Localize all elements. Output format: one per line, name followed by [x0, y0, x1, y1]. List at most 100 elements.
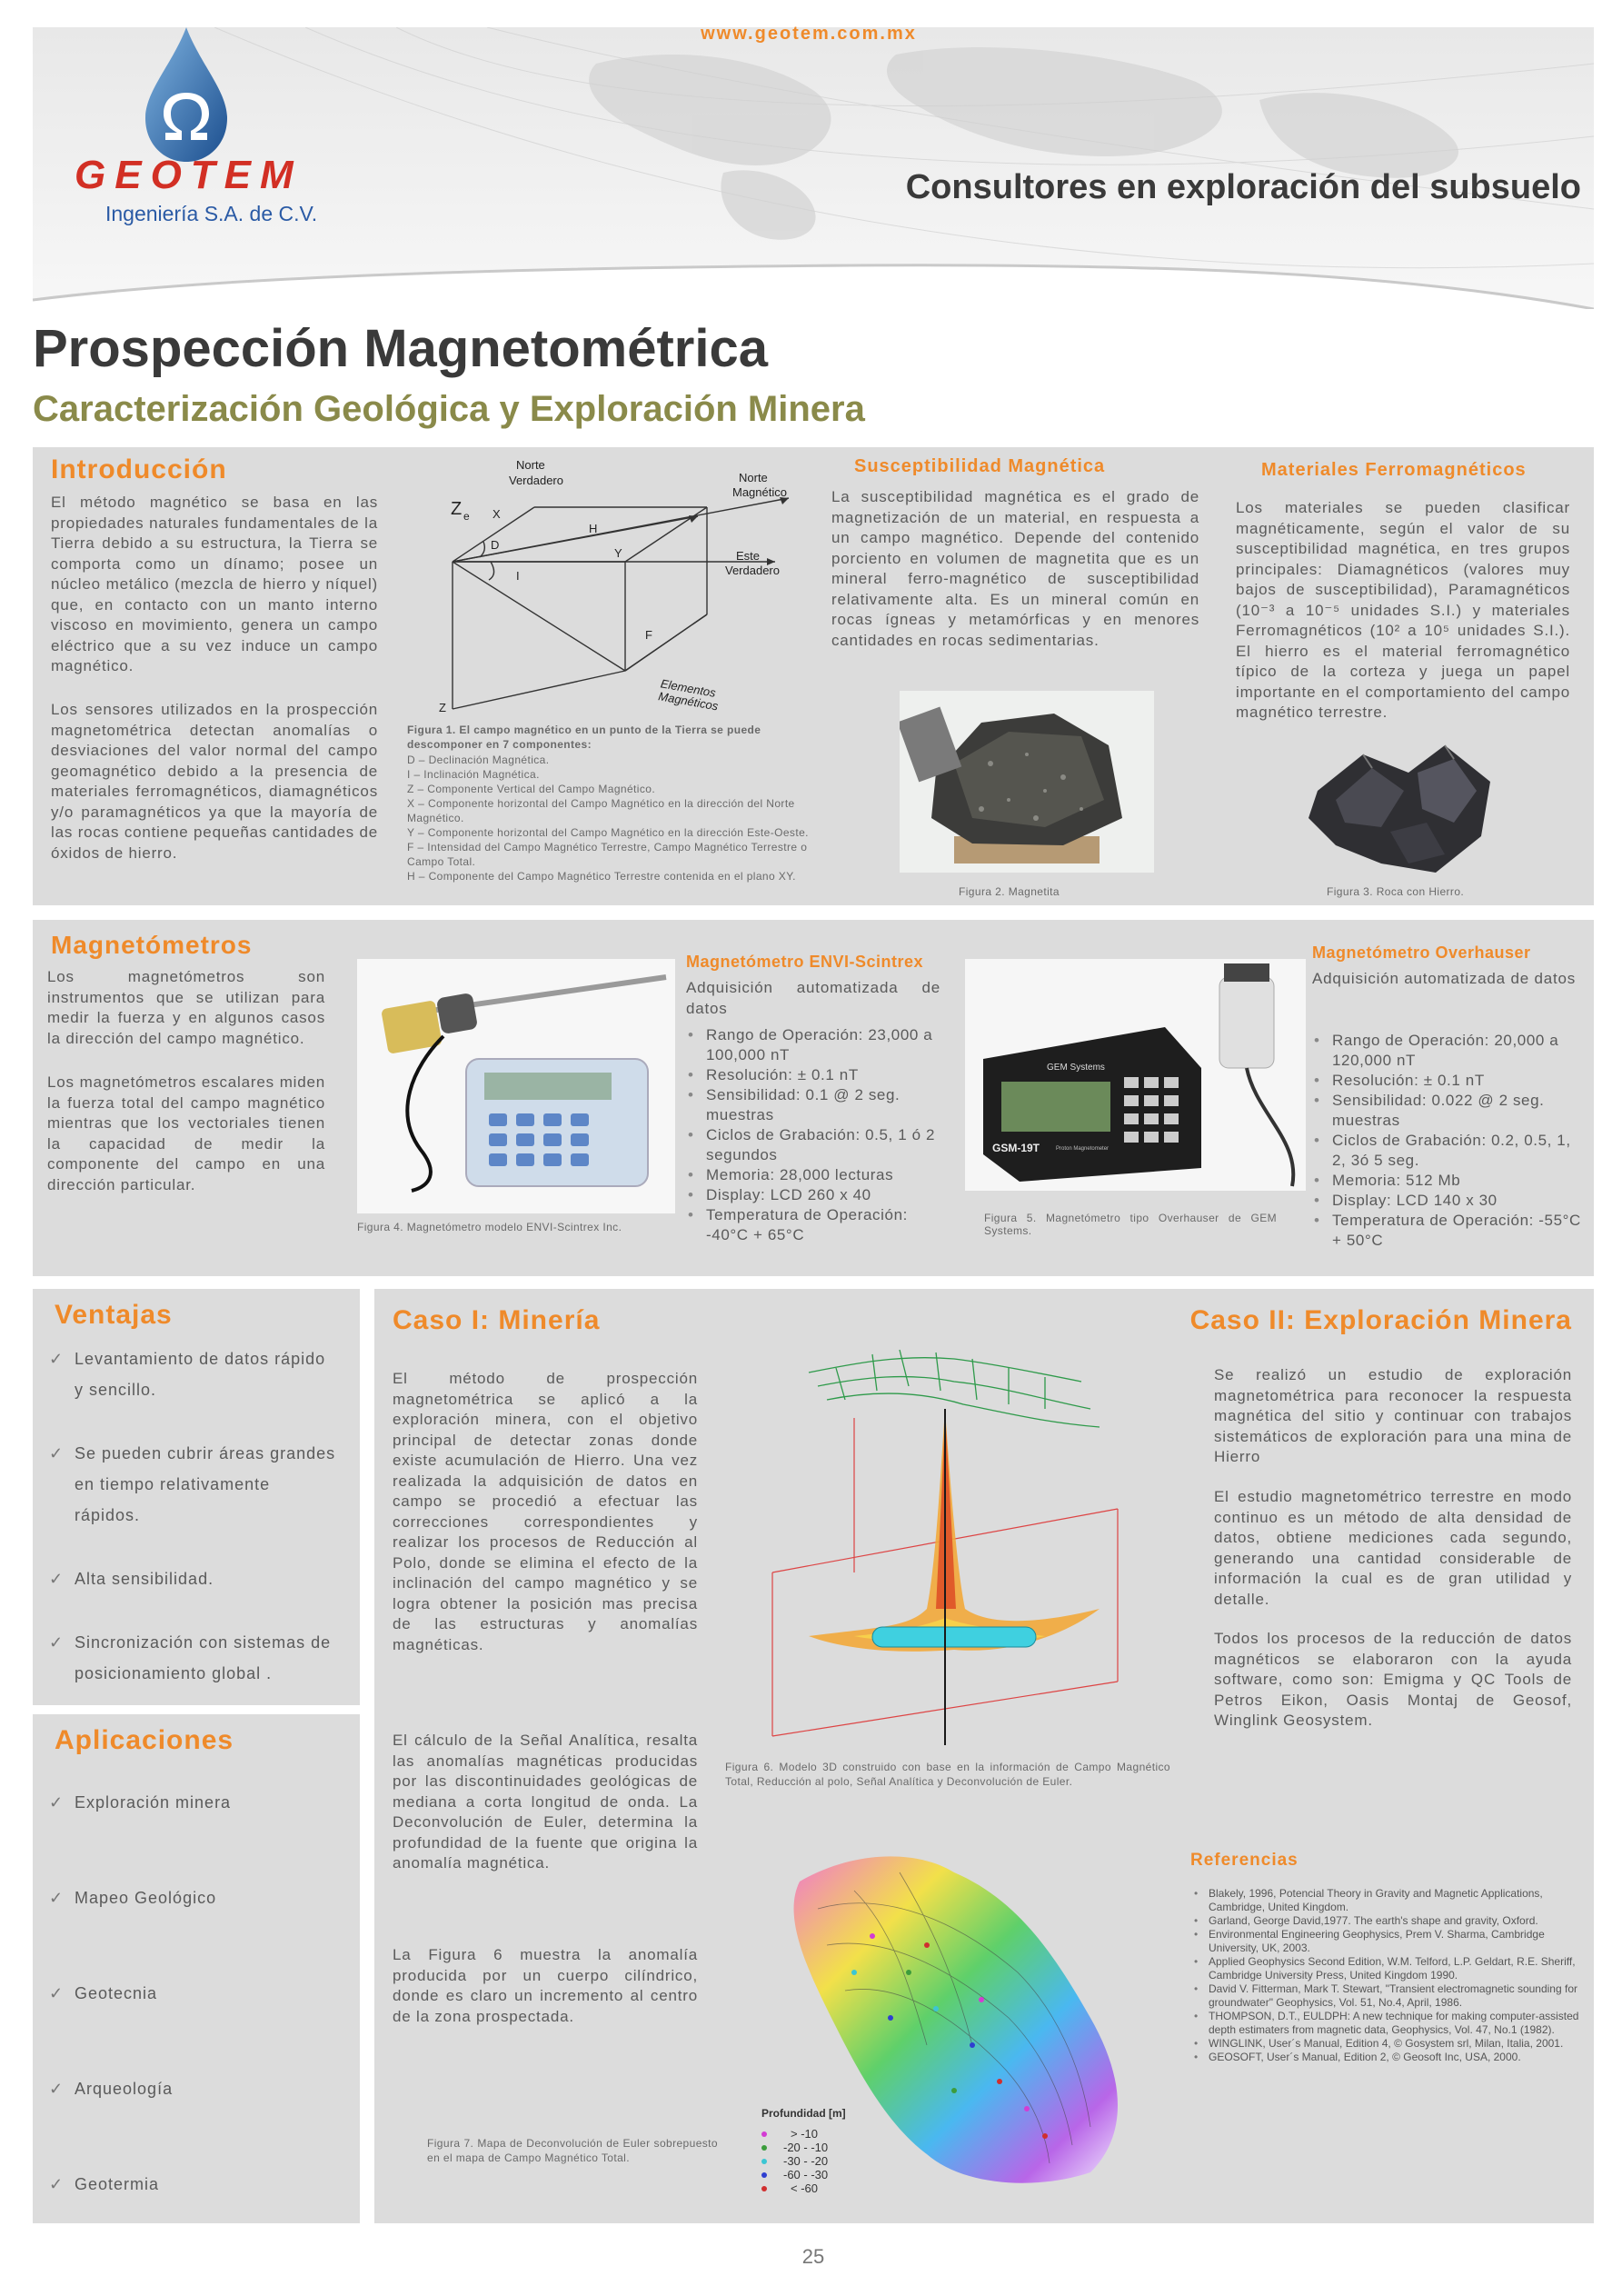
caption-line: Z – Componente Vertical del Campo Magnét… — [407, 783, 656, 795]
reference-item: Garland, George David,1977. The earth's … — [1190, 1914, 1586, 1928]
page-subtitle: Caracterización Geológica y Exploración … — [33, 389, 865, 429]
aplicaciones-list: Exploración minera Mapeo Geológico Geote… — [47, 1787, 338, 2200]
spec-item: Display: LCD 140 x 30 — [1312, 1191, 1585, 1211]
referencias-list: Blakely, 1996, Potencial Theory in Gravi… — [1190, 1887, 1586, 2064]
caption-line: X – Componente horizontal del Campo Magn… — [407, 797, 795, 824]
aplicacion-item: Geotecnia — [47, 1978, 338, 2009]
caso2-text-1: Se realizó un estudio de exploración mag… — [1214, 1366, 1572, 1465]
ventaja-item: Sincronización con sistemas de posiciona… — [47, 1627, 338, 1689]
spec-item: Temperatura de Operación: -55°C + 50°C — [1312, 1211, 1585, 1251]
caption-line: F – Intensidad del Campo Magnético Terre… — [407, 841, 808, 868]
caso1-text-1: El método de prospección magnetométrica … — [393, 1370, 698, 1653]
fig1-label-x: X — [493, 507, 501, 521]
overhauser-intro: Adquisición automatizada de datos — [1312, 970, 1577, 987]
fig1-label-i: I — [516, 569, 520, 583]
envi-heading: Magnetómetro ENVI-Scintrex — [686, 953, 924, 971]
ventajas-list: Levantamiento de datos rápido y sencillo… — [47, 1343, 338, 1689]
fig1-label-f: F — [645, 628, 652, 642]
page-number: 25 — [801, 2245, 825, 2268]
reference-item: THOMPSON, D.T., EULDPH: A new technique … — [1190, 2010, 1586, 2037]
figure5-caption: Figura 5. Magnetómetro tipo Overhauser d… — [984, 1212, 1277, 1237]
legend-item: > -10 — [761, 2127, 889, 2141]
fig1-label-north-true: Norte Verdadero — [509, 458, 563, 487]
legend-item: -20 - -10 — [761, 2141, 889, 2154]
fig1-label-north-mag: Norte Magnético — [732, 471, 787, 499]
caso2-text-2: El estudio magnetométrico terrestre en m… — [1214, 1488, 1572, 1608]
overhauser-heading: Magnetómetro Overhauser — [1312, 943, 1531, 962]
intro-text-2: Los sensores utilizados en la prospecció… — [51, 701, 378, 862]
ventaja-item: Alta sensibilidad. — [47, 1563, 338, 1594]
legend-item: -60 - -30 — [761, 2168, 889, 2181]
legend-title: Profundidad [m] — [761, 2107, 846, 2120]
figure7-caption: Figura 7. Mapa de Deconvolución de Euler… — [427, 2137, 718, 2164]
aplicacion-item: Geotermia — [47, 2169, 338, 2200]
spec-item: Rango de Operación: 20,000 a 120,000 nT — [1312, 1031, 1585, 1071]
reference-item: Blakely, 1996, Potencial Theory in Gravi… — [1190, 1887, 1586, 1914]
page-title: Prospección Magnetométrica — [33, 319, 768, 378]
spec-item: Ciclos de Grabación: 0.5, 1 ó 2 segundos — [686, 1125, 945, 1165]
envi-specs: Rango de Operación: 23,000 a 100,000 nT … — [686, 1025, 945, 1245]
tagline: Consultores en exploración del subsuelo — [905, 168, 1581, 206]
device-label: Proton Magnetometer — [1056, 1146, 1109, 1152]
logo-drop-icon — [136, 27, 236, 164]
device-model: GSM-19T — [992, 1142, 1040, 1154]
device-brand: GEM Systems — [1047, 1063, 1105, 1073]
ventaja-item: Levantamiento de datos rápido y sencillo… — [47, 1343, 338, 1405]
reference-item: Environmental Engineering Geophysics, Pr… — [1190, 1928, 1586, 1955]
fig1-label-d: D — [491, 538, 499, 552]
figure1-diagram: Norte Verdadero Norte Magnético Este Verdad… — [407, 453, 834, 716]
fig1-label-elements: ElementosMagnéticos — [657, 676, 721, 713]
susceptibilidad-heading: Susceptibilidad Magnética — [854, 456, 1106, 476]
intro-text: El método magnético se basa en las propi… — [51, 494, 378, 674]
legend-item: -30 - -20 — [761, 2154, 889, 2168]
aplicacion-item: Mapeo Geológico — [47, 1882, 338, 1913]
envi-intro: Adquisición automatizada de datos — [686, 979, 940, 1017]
magnetometros-heading: Magnetómetros — [51, 931, 253, 959]
legend-item: < -60 — [761, 2181, 889, 2195]
reference-item: GEOSOFT, User´s Manual, Edition 2, © Geo… — [1190, 2051, 1586, 2064]
caption-line: D – Declinación Magnética. — [407, 754, 550, 766]
figure1-caption-list: D – Declinación Magnética. I – Inclinaci… — [407, 753, 834, 883]
caption-line: Y – Componente horizontal del Campo Magn… — [407, 826, 809, 839]
logo-wordmark: GEOTEM — [75, 153, 303, 197]
figure3-caption: Figura 3. Roca con Hierro. — [1327, 885, 1465, 898]
legend-dot — [761, 2131, 767, 2137]
aplicacion-item: Exploración minera — [47, 1787, 338, 1818]
magnetometros-text-2: Los magnetómetros escalares miden la fue… — [47, 1073, 325, 1193]
logo-subtitle: Ingeniería S.A. de C.V. — [105, 202, 318, 225]
ferro-heading: Materiales Ferromagnéticos — [1261, 460, 1527, 480]
reference-item: WINGLINK, User´s Manual, Edition 4, © Go… — [1190, 2037, 1586, 2051]
euler-legend: Profundidad [m] > -10 -20 - -10 -30 - -2… — [761, 2107, 889, 2195]
fig1-label-east-true: Este Verdadero — [725, 549, 780, 577]
caso1-text-3: La Figura 6 muestra la anomalía producid… — [393, 1946, 698, 2025]
overhauser-magnetometer-photo: GEM Systems GSM-19T Proton Magnetometer — [965, 959, 1306, 1191]
spec-item: Ciclos de Grabación: 0.2, 0.5, 1, 2, 3ó … — [1312, 1131, 1585, 1171]
magnetita-photo — [900, 691, 1154, 873]
envi-magnetometer-photo — [357, 959, 675, 1213]
spec-item: Sensibilidad: 0.1 @ 2 seg. muestras — [686, 1085, 945, 1125]
site-url[interactable]: www.geotem.com.mx — [672, 24, 945, 45]
spec-item: Display: LCD 260 x 40 — [686, 1185, 945, 1205]
legend-dot — [761, 2171, 767, 2178]
caption-line: I – Inclinación Magnética. — [407, 768, 540, 781]
figure6-3d-model — [718, 1336, 1172, 1754]
spec-item: Rango de Operación: 23,000 a 100,000 nT — [686, 1025, 945, 1065]
caso1-heading: Caso I: Minería — [393, 1305, 601, 1335]
ventaja-item: Se pueden cubrir áreas grandes en tiempo… — [47, 1438, 338, 1531]
ferro-text: Los materiales se pueden clasificar magn… — [1236, 499, 1570, 721]
caption-line: H – Componente del Campo Magnético Terre… — [407, 870, 796, 883]
figure1-caption-title: Figura 1. El campo magnético en un punto… — [407, 724, 761, 751]
caso2-text-3: Todos los procesos de la reducción de da… — [1214, 1630, 1572, 1729]
legend-dot — [761, 2185, 767, 2191]
ventajas-heading: Ventajas — [55, 1300, 173, 1330]
spec-item: Temperatura de Operación: -40°C + 65°C — [686, 1205, 945, 1245]
spec-item: Resolución: ± 0.1 nT — [1312, 1071, 1585, 1091]
figure6-caption: Figura 6. Modelo 3D construido con base … — [725, 1761, 1170, 1788]
intro-heading: Introducción — [51, 454, 227, 484]
spec-item: Sensibilidad: 0.022 @ 2 seg. muestras — [1312, 1091, 1585, 1131]
spec-item: Memoria: 512 Mb — [1312, 1171, 1585, 1191]
figure2-caption: Figura 2. Magnetita — [959, 885, 1060, 898]
reference-item: David V. Fitterman, Mark T. Stewart, "Tr… — [1190, 1982, 1586, 2010]
magnetometros-text: Los magnetómetros son instrumentos que s… — [47, 968, 325, 1047]
fig1-label-z: Z — [439, 701, 446, 714]
